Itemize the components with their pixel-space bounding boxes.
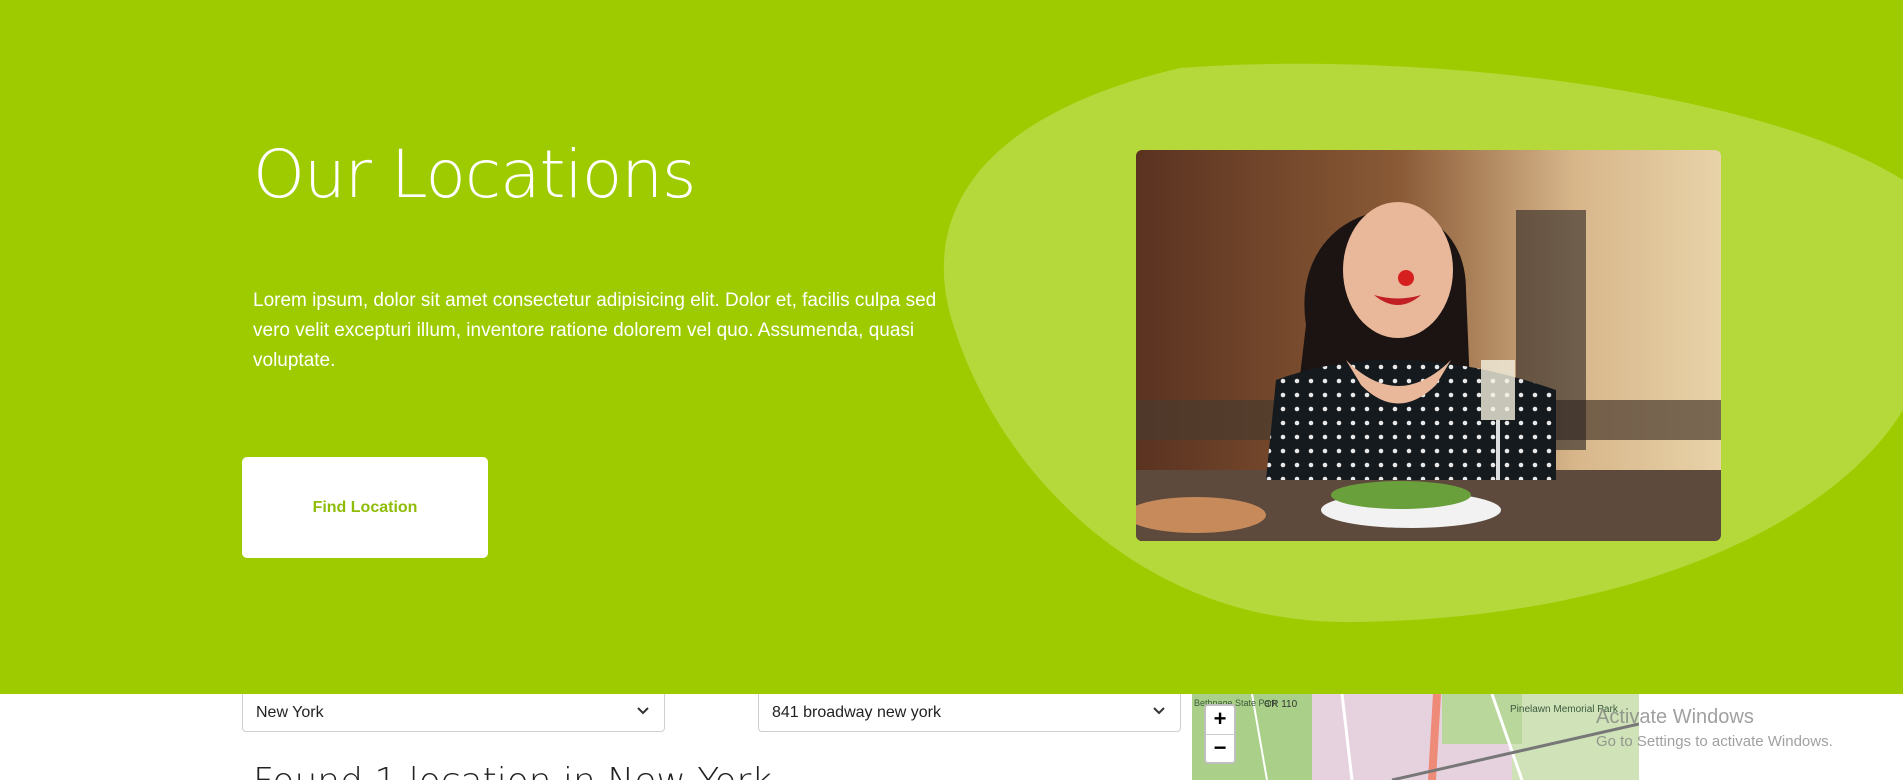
os-activation-watermark: Activate Windows Go to Settings to activ… [1596, 706, 1833, 750]
woman-dining-photo-icon [1136, 150, 1721, 541]
address-select[interactable]: 841 broadway new york [758, 694, 1181, 732]
chevron-down-icon [1153, 707, 1165, 715]
map-zoom-control: + − [1204, 704, 1236, 764]
location-map[interactable]: CR 110 Pinelawn Memorial Park Bethpage S… [1192, 694, 1639, 780]
city-select[interactable]: New York [242, 694, 665, 732]
watermark-title: Activate Windows [1596, 706, 1754, 728]
page-title: Our Locations [253, 136, 696, 213]
hero-description: Lorem ipsum, dolor sit amet consectetur … [253, 290, 937, 371]
find-location-button[interactable]: Find Location [242, 457, 488, 558]
zoom-in-button[interactable]: + [1206, 706, 1234, 734]
zoom-out-button[interactable]: − [1206, 734, 1234, 762]
city-select-value: New York [256, 704, 324, 721]
map-tiles: CR 110 Pinelawn Memorial Park Bethpage S… [1192, 694, 1639, 780]
watermark-subtitle: Go to Settings to activate Windows. [1596, 733, 1833, 750]
chevron-down-icon [637, 707, 649, 715]
hero-section: Our Locations Lorem ipsum, dolor sit ame… [0, 0, 1903, 694]
results-heading: Found 1 location in New York [253, 762, 772, 780]
address-select-value: 841 broadway new york [772, 704, 941, 721]
hero-photo [1136, 150, 1721, 541]
